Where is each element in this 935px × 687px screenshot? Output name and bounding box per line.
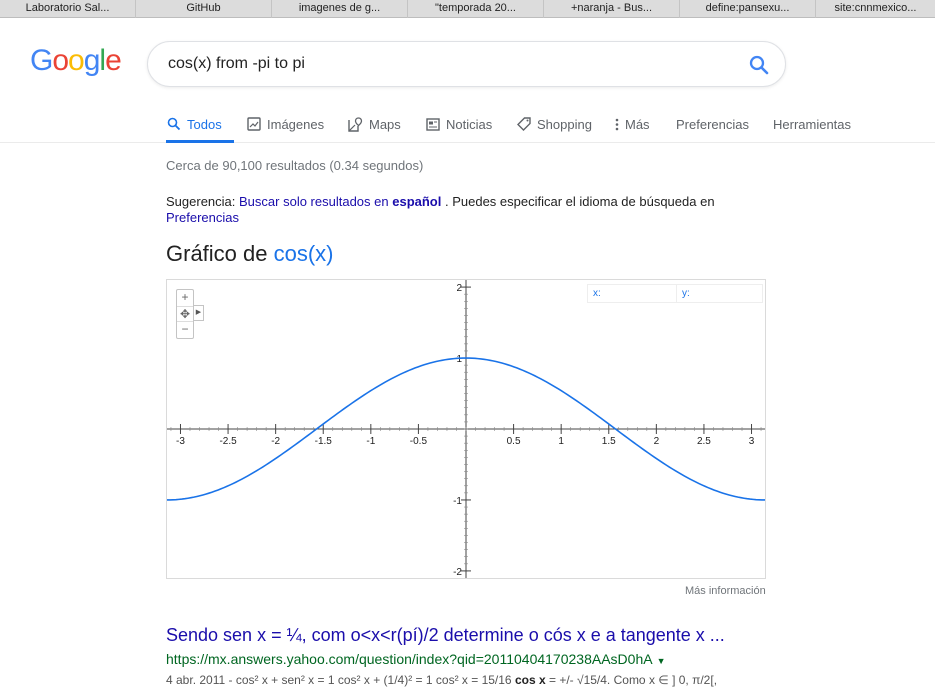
tab-preferencias[interactable]: Preferencias bbox=[676, 106, 749, 142]
tab-maps[interactable]: Maps bbox=[348, 106, 401, 142]
x-tick-label: 2 bbox=[654, 436, 660, 447]
x-tick-label: -0.5 bbox=[410, 436, 428, 447]
google-logo[interactable]: Google bbox=[30, 44, 122, 78]
tab-label: Shopping bbox=[537, 116, 592, 132]
snippet-pre: 4 abr. 2011 - cos² x + sen² x = 1 cos² x… bbox=[166, 673, 515, 687]
y-tick-label: -1 bbox=[453, 496, 462, 507]
x-tick-label: -2.5 bbox=[219, 436, 237, 447]
bookmark-item[interactable]: GitHub bbox=[136, 0, 272, 18]
tab-label: Preferencias bbox=[676, 116, 749, 132]
bookmarks-bar: Laboratorio Sal... GitHub imagenes de g.… bbox=[0, 0, 935, 18]
x-tick-label: 3 bbox=[749, 436, 755, 447]
tag-icon bbox=[517, 117, 531, 131]
coordinate-readout: x: y: bbox=[587, 284, 763, 303]
x-tick-label: 1 bbox=[558, 436, 564, 447]
x-tick-label: 0.5 bbox=[507, 436, 521, 447]
bookmark-item[interactable]: define:pansexu... bbox=[680, 0, 816, 18]
search-box[interactable]: cos(x) from -pi to pi bbox=[147, 41, 786, 87]
x-tick-label: 1.5 bbox=[602, 436, 616, 447]
y-tick-label: 2 bbox=[456, 283, 462, 294]
suggestion-link-bold: español bbox=[392, 194, 442, 209]
map-icon bbox=[348, 116, 363, 132]
result-url: https://mx.answers.yahoo.com/question/in… bbox=[166, 651, 665, 667]
logo-letter: o bbox=[52, 44, 69, 77]
result-title-link[interactable]: Sendo sen x = ¼, com o<x<r(pí)/2 determi… bbox=[166, 625, 725, 646]
search-tabs: Todos Imágenes Maps Noticias Shopping Má… bbox=[0, 106, 935, 143]
more-info-link[interactable]: Más información bbox=[685, 585, 766, 597]
language-suggestion: Sugerencia: Buscar solo resultados en es… bbox=[166, 194, 746, 226]
snippet-bold: cos x bbox=[514, 673, 546, 687]
result-stats: Cerca de 90,100 resultados (0.34 segundo… bbox=[166, 158, 424, 173]
x-tick-label: -1 bbox=[366, 436, 375, 447]
zoom-out-button[interactable]: − bbox=[177, 322, 193, 338]
spanish-only-link[interactable]: Buscar solo resultados en español bbox=[239, 194, 441, 209]
result-snippet: 4 abr. 2011 - cos² x + sen² x = 1 cos² x… bbox=[166, 673, 717, 687]
tab-herramientas[interactable]: Herramientas bbox=[773, 106, 851, 142]
tab-noticias[interactable]: Noticias bbox=[426, 106, 492, 142]
pan-expand-arrow[interactable]: ▶ bbox=[194, 305, 204, 321]
logo-letter: g bbox=[83, 44, 101, 77]
tab-label: Imágenes bbox=[267, 116, 325, 132]
tab-label: Todos bbox=[187, 116, 222, 132]
tab-shopping[interactable]: Shopping bbox=[517, 106, 592, 142]
suggestion-middle: . Puedes especificar el idioma de búsque… bbox=[444, 194, 715, 209]
bookmark-item[interactable]: Laboratorio Sal... bbox=[0, 0, 136, 18]
readout-x: x: bbox=[593, 288, 601, 299]
graph-title-prefix: Gráfico de bbox=[166, 241, 268, 266]
search-input[interactable]: cos(x) from -pi to pi bbox=[168, 55, 305, 73]
tab-imagenes[interactable]: Imágenes bbox=[247, 106, 324, 142]
tab-mas[interactable]: Más bbox=[615, 106, 650, 142]
snippet-post: = +/- √15/4. Como x ∈ ] 0, π/2[, bbox=[545, 673, 718, 687]
tab-label: Herramientas bbox=[773, 116, 852, 132]
y-tick-label: 1 bbox=[456, 354, 462, 365]
function-graph[interactable]: -3 -2.5 -2 -1.5 -1 -0.5 0.5 1 1.5 2 2.5 3 2 1 -1 -2 + ✥… bbox=[166, 279, 766, 579]
zoom-in-button[interactable]: + bbox=[177, 290, 193, 306]
x-tick-label: -1.5 bbox=[315, 436, 333, 447]
search-icon bbox=[167, 117, 181, 131]
pan-button[interactable]: ✥ bbox=[177, 306, 193, 322]
logo-letter: o bbox=[68, 44, 85, 77]
logo-letter: e bbox=[105, 44, 122, 77]
search-icon bbox=[749, 55, 769, 75]
x-tick-label: 2.5 bbox=[697, 436, 711, 447]
graph-plot[interactable]: -3 -2.5 -2 -1.5 -1 -0.5 0.5 1 1.5 2 2.5 3 2 1 -1 -2 bbox=[167, 280, 765, 578]
tab-label: Más bbox=[625, 116, 650, 132]
bookmark-item[interactable]: imagenes de g... bbox=[272, 0, 408, 18]
preferences-link[interactable]: Preferencias bbox=[166, 210, 239, 225]
x-tick-label: -2 bbox=[271, 436, 280, 447]
graph-title: Gráfico de cos(x) bbox=[166, 241, 334, 267]
more-vert-icon bbox=[615, 118, 619, 130]
tab-todos[interactable]: Todos bbox=[166, 106, 234, 143]
suggestion-link-text: Buscar solo resultados en bbox=[239, 194, 389, 209]
tab-label: Maps bbox=[369, 116, 401, 132]
logo-letter: G bbox=[30, 44, 53, 77]
result-url-text: https://mx.answers.yahoo.com/question/in… bbox=[166, 651, 653, 667]
bookmark-item[interactable]: "temporada 20... bbox=[408, 0, 544, 18]
search-button[interactable] bbox=[747, 53, 771, 77]
graph-function: cos(x) bbox=[273, 241, 334, 266]
bookmark-item[interactable]: +naranja - Bus... bbox=[544, 0, 680, 18]
zoom-controls: + ✥ − bbox=[176, 289, 194, 339]
x-tick-label: -3 bbox=[176, 436, 185, 447]
image-icon bbox=[247, 117, 261, 131]
url-dropdown-arrow[interactable]: ▼ bbox=[657, 656, 666, 666]
y-tick-label: -2 bbox=[453, 567, 462, 578]
suggestion-prefix: Sugerencia: bbox=[166, 194, 236, 209]
readout-y: y: bbox=[682, 288, 690, 299]
bookmark-item[interactable]: site:cnnmexico... bbox=[816, 0, 935, 18]
news-icon bbox=[426, 117, 440, 131]
tab-label: Noticias bbox=[446, 116, 493, 132]
